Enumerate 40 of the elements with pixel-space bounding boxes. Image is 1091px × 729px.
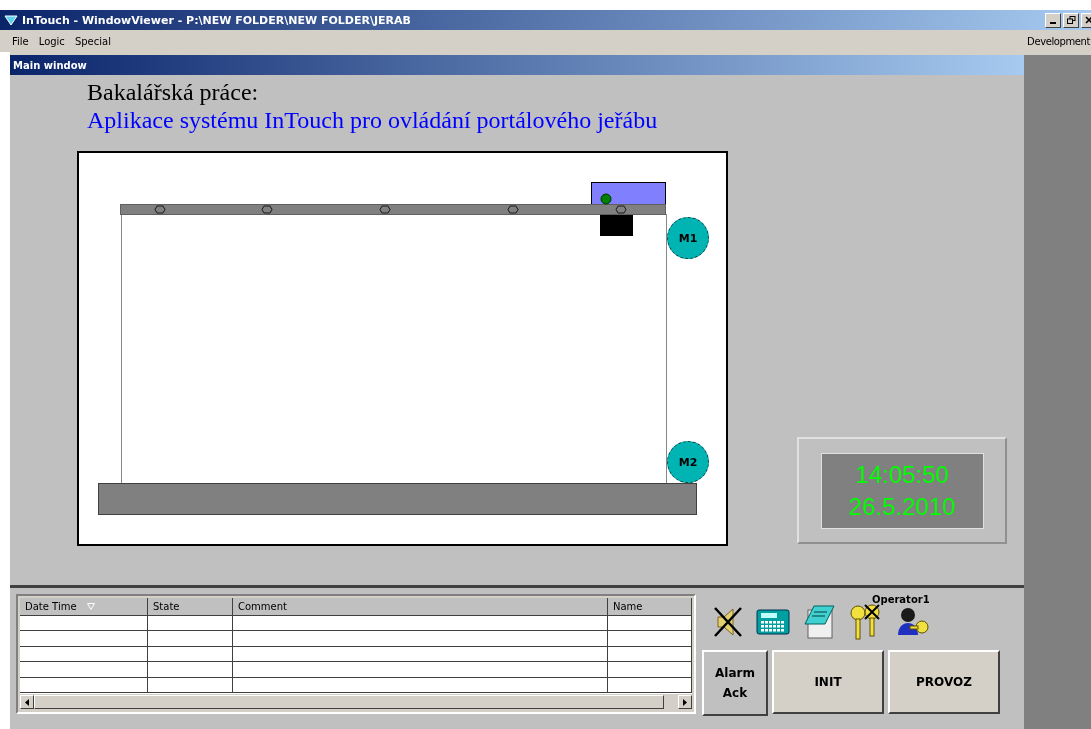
clock-time: 14:05:50: [855, 459, 949, 490]
scroll-thumb[interactable]: [34, 695, 664, 709]
wheel-icon: [261, 205, 273, 214]
command-button[interactable]: Alarm Ack: [702, 650, 768, 716]
wheel-icon: [154, 205, 166, 214]
menu-item[interactable]: Special: [74, 35, 111, 47]
window-caption: Main window: [10, 55, 1024, 75]
heading: Bakalářská práce:: [86, 79, 260, 106]
column-header[interactable]: Name: [608, 598, 692, 616]
app-icon: [4, 14, 18, 26]
restore-button[interactable]: [1063, 12, 1079, 28]
menu-item[interactable]: Development: [1027, 35, 1090, 47]
column-header[interactable]: State: [148, 598, 233, 616]
operator-name: Operator1: [872, 594, 930, 605]
wheel-icon: [615, 205, 627, 214]
motor: M2: [667, 441, 709, 483]
notepad-icon[interactable]: [802, 604, 836, 640]
subheading: Aplikace systému InTouch pro ovládání portálového jeřábu: [86, 107, 659, 134]
column-header[interactable]: Comment: [233, 598, 608, 616]
command-button[interactable]: INIT: [772, 650, 884, 714]
hook-block: [600, 215, 633, 236]
close-icon: [1085, 16, 1091, 24]
motor: M1: [667, 217, 709, 259]
calculator-icon[interactable]: [756, 609, 790, 635]
restore-icon: [1066, 16, 1076, 24]
menu-item[interactable]: Logic: [38, 35, 65, 47]
scroll-left-button[interactable]: [20, 695, 34, 709]
indicator-dot: [600, 193, 612, 205]
wheel-icon: [507, 205, 519, 214]
speaker-muted-icon[interactable]: [712, 605, 744, 639]
menu-item[interactable]: File: [12, 35, 29, 47]
minimize-button[interactable]: [1045, 12, 1061, 28]
scroll-right-button[interactable]: [678, 695, 692, 709]
right-arrow-icon: [683, 698, 687, 706]
command-button[interactable]: PROVOZ: [888, 650, 1000, 714]
wheel-icon: [379, 205, 391, 214]
column-header[interactable]: Date Time: [20, 598, 148, 616]
left-arrow-icon: [25, 698, 29, 706]
window-title: InTouch - WindowViewer - P:\NEW FOLDER\NEW FOLDER\JERAB: [22, 13, 412, 27]
clock-date: 26.5.2010: [848, 491, 956, 522]
